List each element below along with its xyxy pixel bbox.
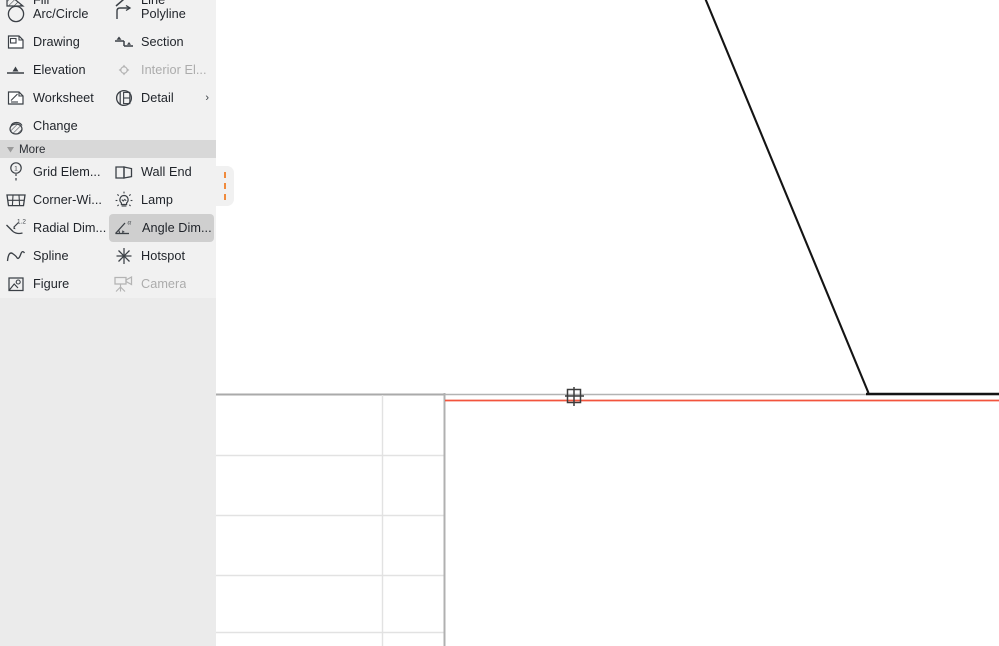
tool-wall-end[interactable]: Wall End	[108, 158, 216, 186]
tool-label: Figure	[33, 277, 70, 291]
tool-radial-dimension[interactable]: 1.2 Radial Dim...	[0, 214, 108, 242]
camera-icon	[111, 273, 137, 295]
tool-corner-window[interactable]: Corner-Wi...	[0, 186, 108, 214]
dashed-guide-icon[interactable]	[216, 166, 234, 206]
corner-window-icon	[3, 189, 29, 211]
tool-label: Lamp	[141, 193, 173, 207]
tool-label: Elevation	[33, 63, 86, 77]
polyline-icon	[111, 3, 137, 25]
tool-label: Grid Elem...	[33, 165, 101, 179]
radial-dimension-icon: 1.2	[3, 217, 29, 239]
schedule-grid	[216, 393, 446, 646]
tool-drawing[interactable]: Drawing	[0, 28, 108, 56]
chevron-right-icon[interactable]: ›	[205, 92, 216, 104]
tool-arc-circle[interactable]: Arc/Circle	[0, 0, 108, 28]
drawing-icon	[3, 31, 29, 53]
tool-change[interactable]: Change	[0, 112, 108, 140]
tool-row: Drawing Section	[0, 28, 216, 56]
tool-label: Worksheet	[33, 91, 94, 105]
tool-figure[interactable]: Figure	[0, 270, 108, 298]
change-icon	[3, 115, 29, 137]
angle-dimension-icon: α	[112, 217, 138, 239]
tool-label: Camera	[141, 277, 187, 291]
tool-row: Arc/Circle Polyline	[0, 0, 216, 28]
tool-angle-dimension[interactable]: α Angle Dim...	[109, 214, 214, 242]
tool-palette: Fill Line Arc/Circle Polyline Drawing Se…	[0, 0, 216, 646]
tool-hotspot[interactable]: Hotspot	[108, 242, 216, 270]
tool-section[interactable]: Section	[108, 28, 216, 56]
svg-text:α: α	[128, 218, 132, 226]
tool-row: 1.2 Radial Dim... α Angle Dim...	[0, 214, 216, 242]
figure-icon	[3, 273, 29, 295]
tool-row: Elevation Interior El...	[0, 56, 216, 84]
tool-row: Worksheet Detail ›	[0, 84, 216, 112]
tool-detail[interactable]: Detail ›	[108, 84, 216, 112]
tool-label: Interior El...	[141, 63, 207, 77]
interior-elevation-icon	[111, 59, 137, 81]
tool-label: Detail	[141, 91, 174, 105]
spline-icon	[3, 245, 29, 267]
tool-label: Radial Dim...	[33, 221, 107, 235]
tool-label: Polyline	[141, 7, 186, 21]
worksheet-icon	[3, 87, 29, 109]
tool-row: Corner-Wi... Lamp	[0, 186, 216, 214]
tool-empty-slot	[108, 112, 216, 140]
tool-lamp[interactable]: Lamp	[108, 186, 216, 214]
elevation-icon	[3, 59, 29, 81]
tool-camera[interactable]: Camera	[108, 270, 216, 298]
wall-end-icon	[111, 161, 137, 183]
tool-menu-surface: Fill Line Arc/Circle Polyline Drawing Se…	[0, 0, 216, 298]
wall-geometry[interactable]	[704, 0, 999, 396]
tool-elevation[interactable]: Elevation	[0, 56, 108, 84]
tool-interior-elevation[interactable]: Interior El...	[108, 56, 216, 84]
tool-label: Drawing	[33, 35, 80, 49]
lamp-icon	[111, 189, 137, 211]
tool-label: Arc/Circle	[33, 7, 89, 21]
tool-label: Section	[141, 35, 184, 49]
hotspot-icon	[111, 245, 137, 267]
section-title: More	[19, 142, 46, 156]
tool-spline[interactable]: Spline	[0, 242, 108, 270]
guide-dash	[224, 172, 226, 200]
tool-group-primary: Fill Line Arc/Circle Polyline Drawing Se…	[0, 0, 216, 140]
tool-row: Change	[0, 112, 216, 140]
tool-row: 1 Grid Elem... Wall End	[0, 158, 216, 186]
tool-label: Spline	[33, 249, 69, 263]
tool-label: Change	[33, 119, 78, 133]
circle-icon	[3, 3, 29, 25]
section-header-more[interactable]: More	[0, 140, 216, 158]
section-icon	[111, 31, 137, 53]
tool-polyline[interactable]: Polyline	[108, 0, 216, 28]
tool-worksheet[interactable]: Worksheet	[0, 84, 108, 112]
tool-grid-element[interactable]: 1 Grid Elem...	[0, 158, 108, 186]
disclosure-triangle-icon[interactable]	[4, 143, 16, 155]
tool-row: Spline Hotspot	[0, 242, 216, 270]
detail-icon	[111, 87, 137, 109]
application-window: Fill Line Arc/Circle Polyline Drawing Se…	[0, 0, 999, 646]
grid-element-icon: 1	[3, 161, 29, 183]
tool-row: Figure Camera	[0, 270, 216, 298]
tool-label: Corner-Wi...	[33, 193, 102, 207]
tool-label: Angle Dim...	[142, 221, 212, 235]
tool-label: Hotspot	[141, 249, 186, 263]
tool-label: Wall End	[141, 165, 192, 179]
svg-text:1: 1	[14, 166, 18, 173]
tool-group-more: 1 Grid Elem... Wall End Corner-Wi... Lam…	[0, 158, 216, 298]
grid-crosshair-cursor-icon	[565, 387, 584, 406]
svg-text:1.2: 1.2	[17, 218, 26, 225]
